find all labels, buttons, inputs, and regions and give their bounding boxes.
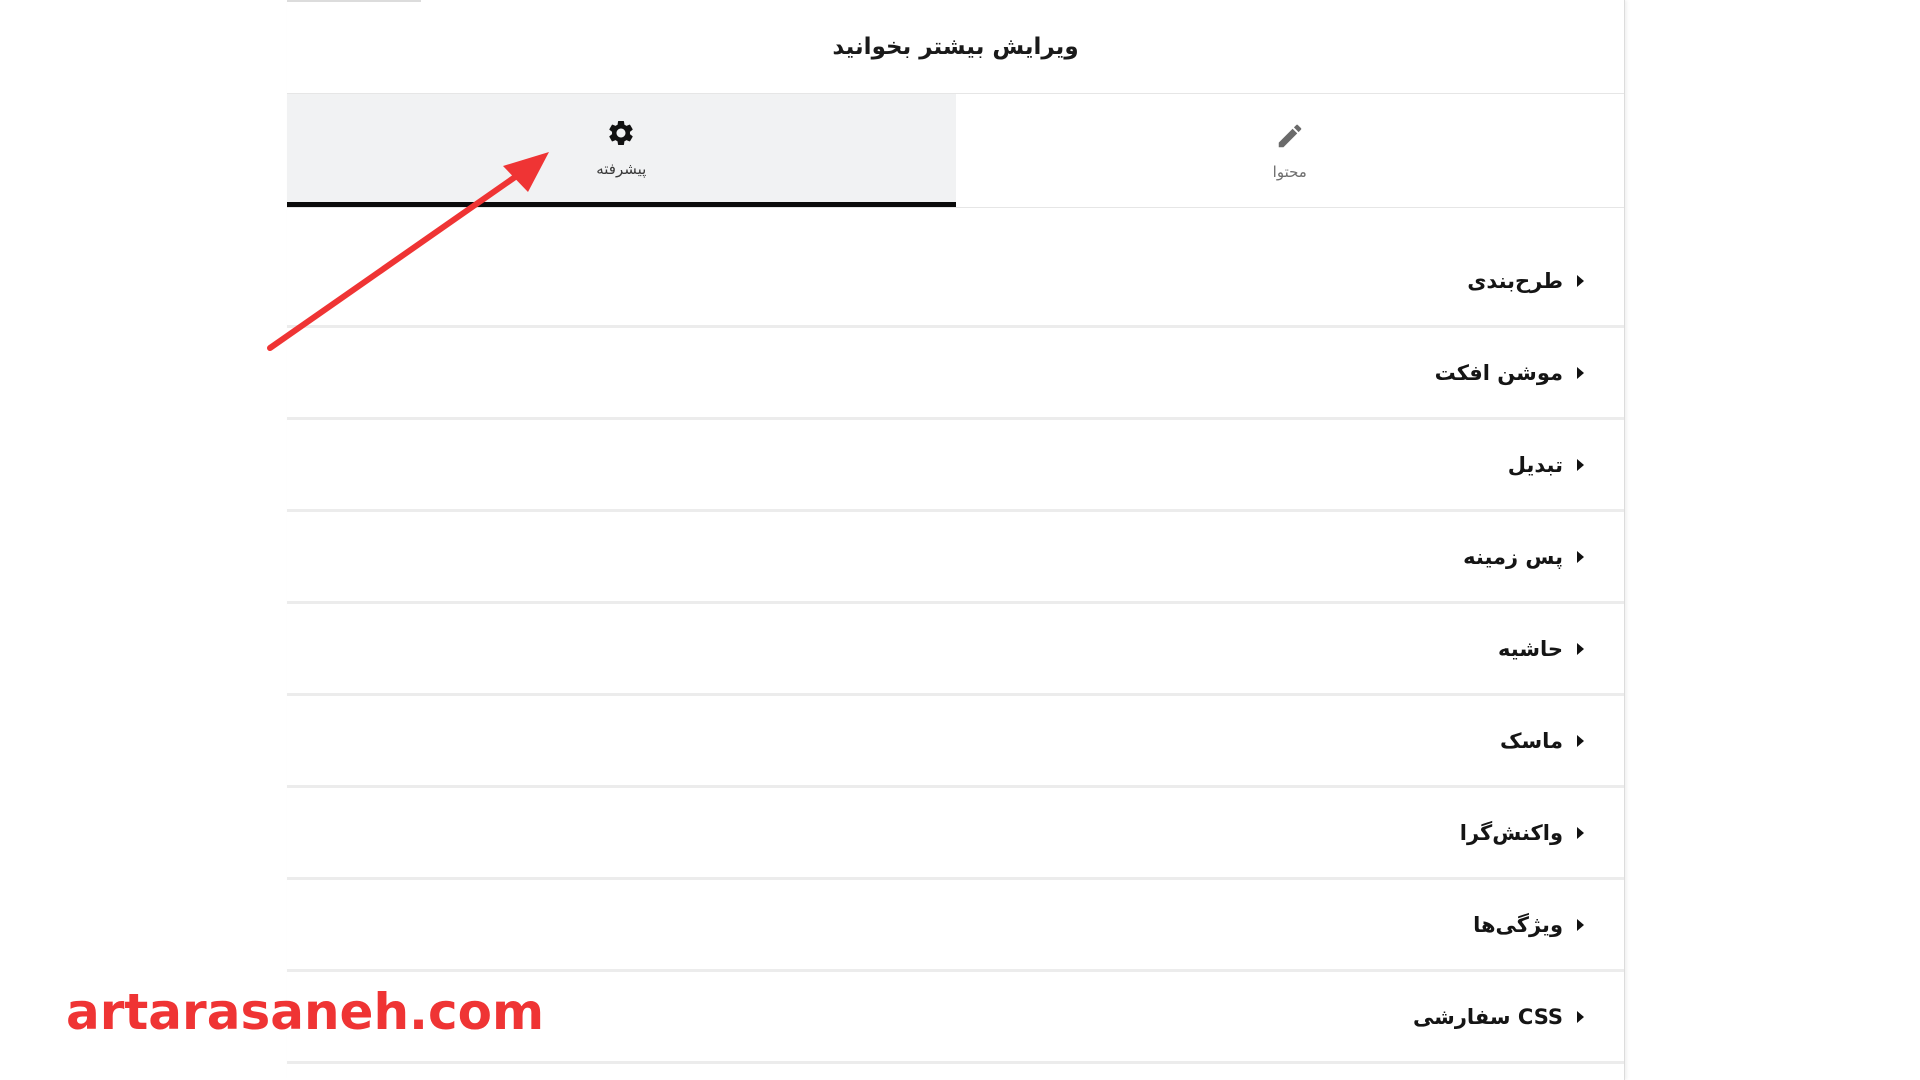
- gear-icon: [609, 120, 633, 145]
- caret-left-icon: [1577, 1010, 1584, 1023]
- section-responsive[interactable]: واکنش‌گرا: [287, 788, 1624, 880]
- section-label: طرح‌بندی: [1467, 268, 1563, 293]
- tab-advanced-label: پیشرفته: [596, 160, 647, 178]
- caret-left-icon: [1577, 642, 1584, 655]
- section-background[interactable]: پس زمینه: [287, 512, 1624, 604]
- panel-header: ویرایش بیشتر بخوانید: [287, 0, 1624, 94]
- panel-title: ویرایش بیشتر بخوانید: [832, 33, 1079, 60]
- section-label: پس زمینه: [1463, 544, 1563, 569]
- section-label: ویژگی‌ها: [1473, 912, 1563, 937]
- section-label: حاشیه: [1498, 636, 1563, 661]
- watermark-text: artarasaneh.com: [66, 983, 545, 1041]
- caret-left-icon: [1577, 274, 1584, 287]
- section-layout[interactable]: طرح‌بندی: [287, 236, 1624, 328]
- section-list: طرح‌بندی موشن افکت تبدیل پس زمینه حاشیه …: [287, 208, 1624, 1064]
- section-attributes[interactable]: ویژگی‌ها: [287, 880, 1624, 972]
- tab-content-label: محتوا: [1272, 162, 1307, 181]
- section-transform[interactable]: تبدیل: [287, 420, 1624, 512]
- section-motion-effects[interactable]: موشن افکت: [287, 328, 1624, 420]
- caret-left-icon: [1577, 550, 1584, 563]
- section-label: واکنش‌گرا: [1459, 820, 1563, 845]
- tab-content[interactable]: محتوا: [956, 94, 1625, 207]
- section-border[interactable]: حاشیه: [287, 604, 1624, 696]
- editor-panel: ویرایش بیشتر بخوانید محتوا پیشرفته طرح‌ب…: [287, 0, 1625, 1080]
- tab-bar: محتوا پیشرفته: [287, 94, 1624, 208]
- caret-left-icon: [1577, 734, 1584, 747]
- caret-left-icon: [1577, 918, 1584, 931]
- caret-left-icon: [1577, 366, 1584, 379]
- section-mask[interactable]: ماسک: [287, 696, 1624, 788]
- caret-left-icon: [1577, 826, 1584, 839]
- pencil-icon: [1278, 124, 1302, 147]
- caret-left-icon: [1577, 458, 1584, 471]
- section-label: تبدیل: [1507, 452, 1563, 477]
- tab-advanced[interactable]: پیشرفته: [287, 94, 956, 207]
- section-label: موشن افکت: [1434, 360, 1563, 385]
- section-label: ماسک: [1499, 728, 1563, 753]
- section-label: CSS سفارشی: [1412, 1004, 1563, 1029]
